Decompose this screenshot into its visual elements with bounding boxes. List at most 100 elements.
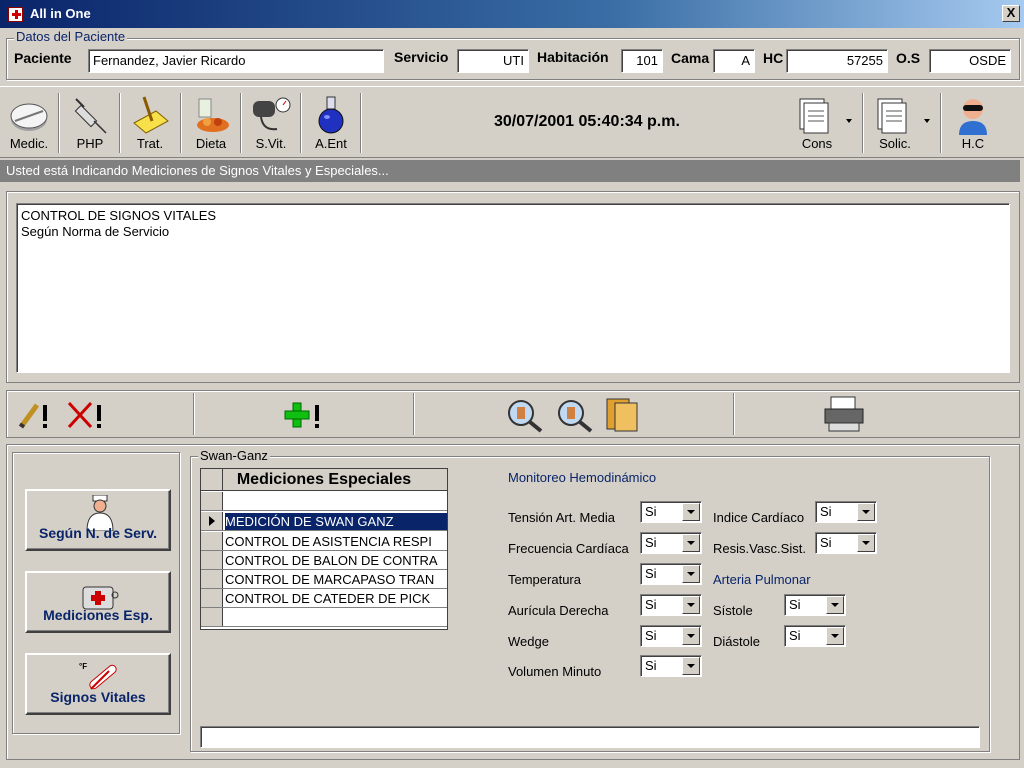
toolbar-button-trat[interactable]: Trat. (121, 91, 179, 155)
plus-icon (284, 402, 319, 428)
temperatura-select[interactable]: Si (640, 563, 702, 585)
mediciones-grid[interactable]: Mediciones Especiales MEDICIÓN DE SWAN G… (200, 468, 448, 630)
habitacion-field[interactable]: 101 (621, 49, 663, 73)
resis-label: Resis.Vasc.Sist. (713, 541, 806, 556)
magnifier-icon (508, 400, 543, 433)
auricula-label: Aurícula Derecha (508, 603, 609, 618)
dropdown-arrow-icon[interactable] (826, 596, 844, 614)
toolbar-label-svit: S.Vit. (255, 136, 287, 151)
dropdown-arrow-icon[interactable] (682, 627, 700, 645)
toolbar-button-aent[interactable]: A.Ent (302, 91, 360, 155)
print-button[interactable] (821, 395, 867, 433)
table-row[interactable]: MEDICIÓN DE SWAN GANZ (201, 512, 447, 531)
paciente-field[interactable]: Fernandez, Javier Ricardo (88, 49, 384, 73)
grid-corner (201, 469, 223, 491)
indice-select[interactable]: Si (815, 501, 877, 523)
sistole-select[interactable]: Si (784, 594, 846, 616)
table-row[interactable]: CONTROL DE BALON DE CONTRA (201, 551, 447, 570)
search-button-1[interactable] (505, 397, 545, 433)
main-toolbar: Medic. PHP Trat. Dieta S.Vit. A.Ent 30/0… (0, 86, 1024, 158)
auricula-select[interactable]: Si (640, 594, 702, 616)
wedge-label: Wedge (508, 634, 549, 649)
indice-label: Indice Cardíaco (713, 510, 805, 525)
mediciones-esp-label: Mediciones Esp. (43, 607, 153, 623)
window-title: All in One (30, 6, 91, 21)
toolbar-button-svit[interactable]: S.Vit. (242, 91, 300, 155)
os-field[interactable]: OSDE (929, 49, 1011, 73)
servicio-field[interactable]: UTI (457, 49, 529, 73)
dropdown-arrow-icon[interactable] (857, 534, 875, 552)
bottom-input[interactable] (200, 726, 980, 748)
mediciones-esp-button[interactable]: Mediciones Esp. (25, 571, 171, 633)
dropdown-arrow-icon[interactable] (682, 657, 700, 675)
row-indicator (201, 512, 223, 530)
printer-icon (824, 396, 864, 432)
add-button[interactable] (283, 397, 325, 431)
servicio-label: Servicio (394, 49, 449, 65)
table-row[interactable]: CONTROL DE MARCAPASO TRAN (201, 570, 447, 589)
dropdown-arrow-icon[interactable] (682, 596, 700, 614)
search-button-2[interactable] (555, 397, 595, 433)
row-indicator (201, 492, 223, 510)
frecuencia-select[interactable]: Si (640, 532, 702, 554)
volumen-label: Volumen Minuto (508, 664, 602, 679)
dropdown-arrow-icon[interactable] (826, 627, 844, 645)
toolbar-button-cons[interactable]: Cons (782, 91, 852, 155)
delete-x-icon (67, 401, 101, 429)
signos-vitales-label: Signos Vitales (50, 689, 146, 705)
syringe-icon (74, 98, 107, 134)
wedge-select[interactable]: Si (640, 625, 702, 647)
volumen-select[interactable]: Si (640, 655, 702, 677)
toolbar-label-aent: A.Ent (315, 136, 347, 151)
status-text: Usted está Indicando Mediciones de Signo… (0, 160, 1020, 182)
toolbar-label-dieta: Dieta (195, 136, 227, 151)
dropdown-arrow-icon[interactable] (682, 503, 700, 521)
folder-icon (606, 398, 638, 432)
action-separator (733, 393, 735, 435)
datetime-display: 30/07/2001 05:40:34 p.m. (494, 113, 680, 130)
flask-icon (318, 96, 344, 134)
table-row[interactable]: CONTROL DE CATEDER DE PICK (201, 589, 447, 608)
segun-norma-label: Según N. de Serv. (39, 525, 157, 541)
toolbar-button-dieta[interactable]: Dieta (182, 91, 240, 155)
cama-field[interactable]: A (713, 49, 755, 73)
habitacion-label: Habitación (537, 49, 609, 65)
cama-label: Cama (671, 50, 710, 66)
row-indicator (201, 570, 223, 588)
table-row[interactable] (201, 608, 447, 627)
row-indicator (201, 551, 223, 569)
close-button[interactable]: X (1002, 5, 1020, 22)
tension-select[interactable]: Si (640, 501, 702, 523)
notes-textarea[interactable]: CONTROL DE SIGNOS VITALES Según Norma de… (16, 203, 1010, 373)
dropdown-arrow-icon[interactable] (682, 565, 700, 583)
toolbar-button-hc[interactable]: H.C (944, 91, 1002, 155)
table-row[interactable]: CONTROL DE ASISTENCIA RESPI (201, 532, 447, 551)
grid-header: Mediciones Especiales (201, 469, 447, 491)
chevron-down-icon[interactable] (924, 119, 930, 123)
table-row[interactable] (201, 492, 447, 511)
toolbar-button-medic[interactable]: Medic. (0, 91, 58, 155)
diastole-select[interactable]: Si (784, 625, 846, 647)
chevron-down-icon[interactable] (846, 119, 852, 123)
dropdown-arrow-icon[interactable] (857, 503, 875, 521)
pill-icon (10, 103, 48, 131)
toolbar-button-php[interactable]: PHP (61, 91, 119, 155)
toolbar-separator (940, 93, 942, 153)
delete-button[interactable] (65, 397, 107, 431)
diastole-label: Diástole (713, 634, 760, 649)
folder-button[interactable] (603, 395, 643, 433)
edit-button[interactable] (15, 397, 55, 431)
app-icon (8, 7, 23, 22)
toolbar-button-solic[interactable]: Solic. (860, 91, 930, 155)
signos-vitales-button[interactable]: °F Signos Vitales (25, 653, 171, 715)
toolbar-label-hc: H.C (961, 136, 985, 151)
hc-field[interactable]: 57255 (786, 49, 888, 73)
resis-select[interactable]: Si (815, 532, 877, 554)
frecuencia-label: Frecuencia Cardíaca (508, 541, 629, 556)
arteria-title: Arteria Pulmonar (713, 572, 811, 587)
dropdown-arrow-icon[interactable] (682, 534, 700, 552)
toolbar-label-medic: Medic. (9, 136, 49, 151)
paciente-label: Paciente (14, 50, 72, 66)
segun-norma-button[interactable]: Según N. de Serv. (25, 489, 171, 551)
notes-line-2: Según Norma de Servicio (21, 224, 170, 239)
